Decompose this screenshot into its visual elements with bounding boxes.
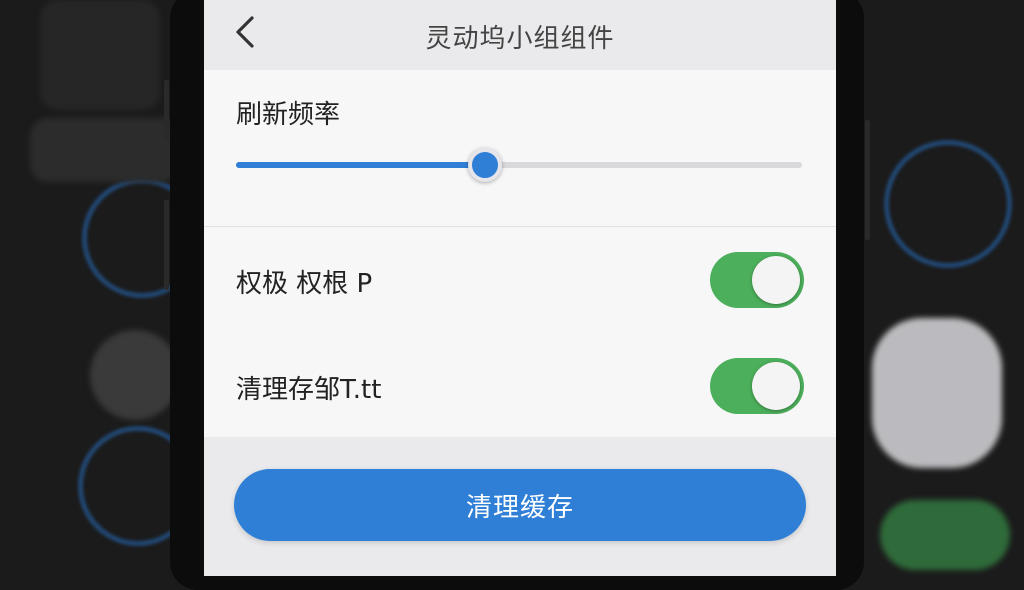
app-screen: 灵动坞小组组件 刷新频率 权极 权根 P 清理存邹T.tt 清理缓存 [204, 0, 836, 576]
background-ring [884, 140, 1012, 268]
toggle-knob [752, 256, 800, 304]
phone-side-button [164, 80, 169, 140]
slider-fill [236, 162, 486, 168]
toggle-knob [752, 362, 800, 410]
settings-list: 权极 权根 P 清理存邹T.tt [204, 227, 836, 437]
background-blob [30, 118, 180, 182]
background-blob [90, 330, 180, 420]
setting-toggle-1[interactable] [710, 252, 804, 308]
refresh-rate-slider[interactable] [236, 148, 802, 182]
slider-thumb[interactable] [468, 148, 503, 182]
navigation-bar: 灵动坞小组组件 [204, 0, 836, 70]
bottom-action-area: 清理缓存 [204, 437, 836, 576]
phone-side-button [164, 200, 169, 290]
clear-cache-button[interactable]: 清理缓存 [234, 469, 806, 541]
page-title: 灵动坞小组组件 [425, 24, 615, 54]
setting-label: 权极 权根 P [236, 269, 373, 299]
setting-toggle-2[interactable] [710, 358, 804, 414]
background-blob [40, 0, 160, 110]
refresh-rate-label: 刷新频率 [236, 100, 341, 130]
refresh-rate-section: 刷新频率 [204, 70, 836, 226]
setting-label: 清理存邹T.tt [236, 375, 382, 405]
background-toggle [880, 500, 1010, 570]
phone-side-button [865, 120, 870, 240]
background-mascot [872, 318, 1002, 468]
